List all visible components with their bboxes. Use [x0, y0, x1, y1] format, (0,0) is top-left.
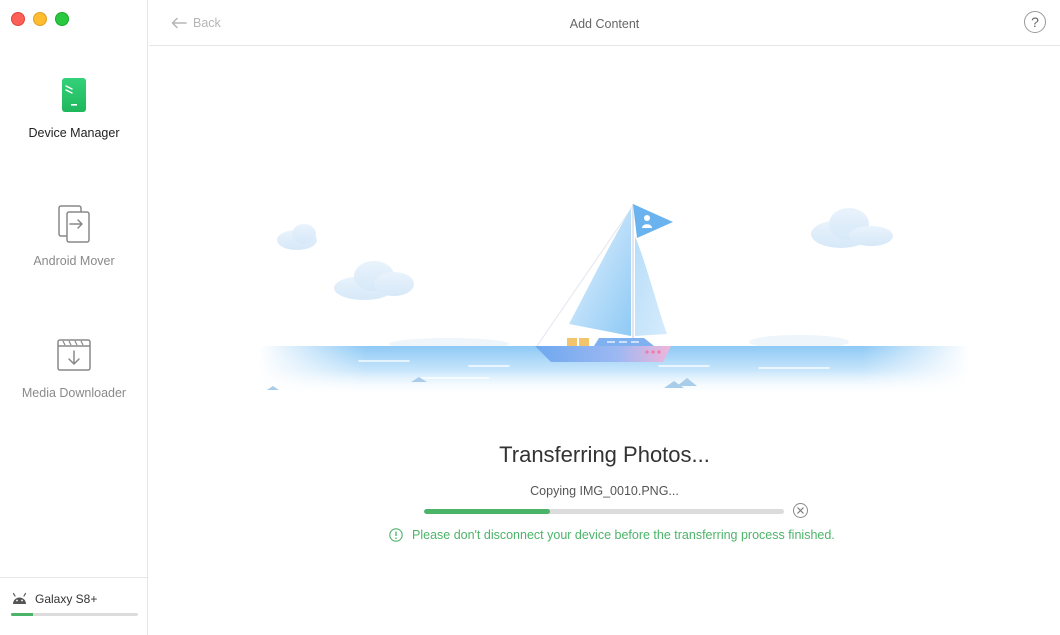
maximize-window-button[interactable]: [55, 12, 69, 26]
download-icon: [57, 339, 91, 371]
sidebar-item-label: Device Manager: [28, 126, 120, 140]
main-content: Transferring Photos... Copying IMG_0010.…: [149, 46, 1060, 635]
phone-icon: [62, 78, 86, 112]
sidebar-item-label: Android Mover: [33, 254, 115, 268]
android-icon: [12, 592, 27, 604]
alert-icon: [389, 528, 403, 542]
warning-message: Please don't disconnect your device befo…: [389, 528, 835, 542]
progress-bar-fill: [424, 509, 550, 514]
warning-text: Please don't disconnect your device befo…: [412, 528, 835, 542]
cancel-transfer-button[interactable]: [793, 503, 808, 518]
sailboat-illustration: [259, 204, 969, 396]
sidebar-item-media-downloader[interactable]: Media Downloader: [0, 336, 148, 400]
sidebar-item-device-manager[interactable]: Device Manager: [0, 76, 148, 140]
storage-bar: [11, 613, 138, 616]
device-name: Galaxy S8+: [35, 592, 98, 606]
close-icon: [797, 507, 804, 514]
status-title: Transferring Photos...: [499, 442, 710, 467]
sidebar-item-android-mover[interactable]: Android Mover: [0, 204, 148, 268]
transfer-icon: [58, 205, 90, 243]
progress-bar: [424, 509, 784, 514]
sailboat: [535, 204, 673, 362]
sidebar: Device Manager Android Mover Media Downl…: [0, 0, 148, 635]
minimize-window-button[interactable]: [33, 12, 47, 26]
page-title: Add Content: [569, 17, 640, 31]
close-window-button[interactable]: [11, 12, 25, 26]
header: Back Add Content ?: [149, 0, 1060, 46]
storage-bar-fill: [11, 613, 33, 616]
help-button[interactable]: ?: [1024, 11, 1046, 33]
status-subtitle: Copying IMG_0010.PNG...: [530, 484, 679, 498]
cloud-left: [334, 261, 414, 300]
cloud-right: [811, 208, 893, 248]
cloud-left-small: [277, 224, 317, 250]
device-status[interactable]: Galaxy S8+: [0, 577, 148, 635]
sidebar-item-label: Media Downloader: [21, 386, 127, 400]
window-controls: [11, 12, 69, 26]
